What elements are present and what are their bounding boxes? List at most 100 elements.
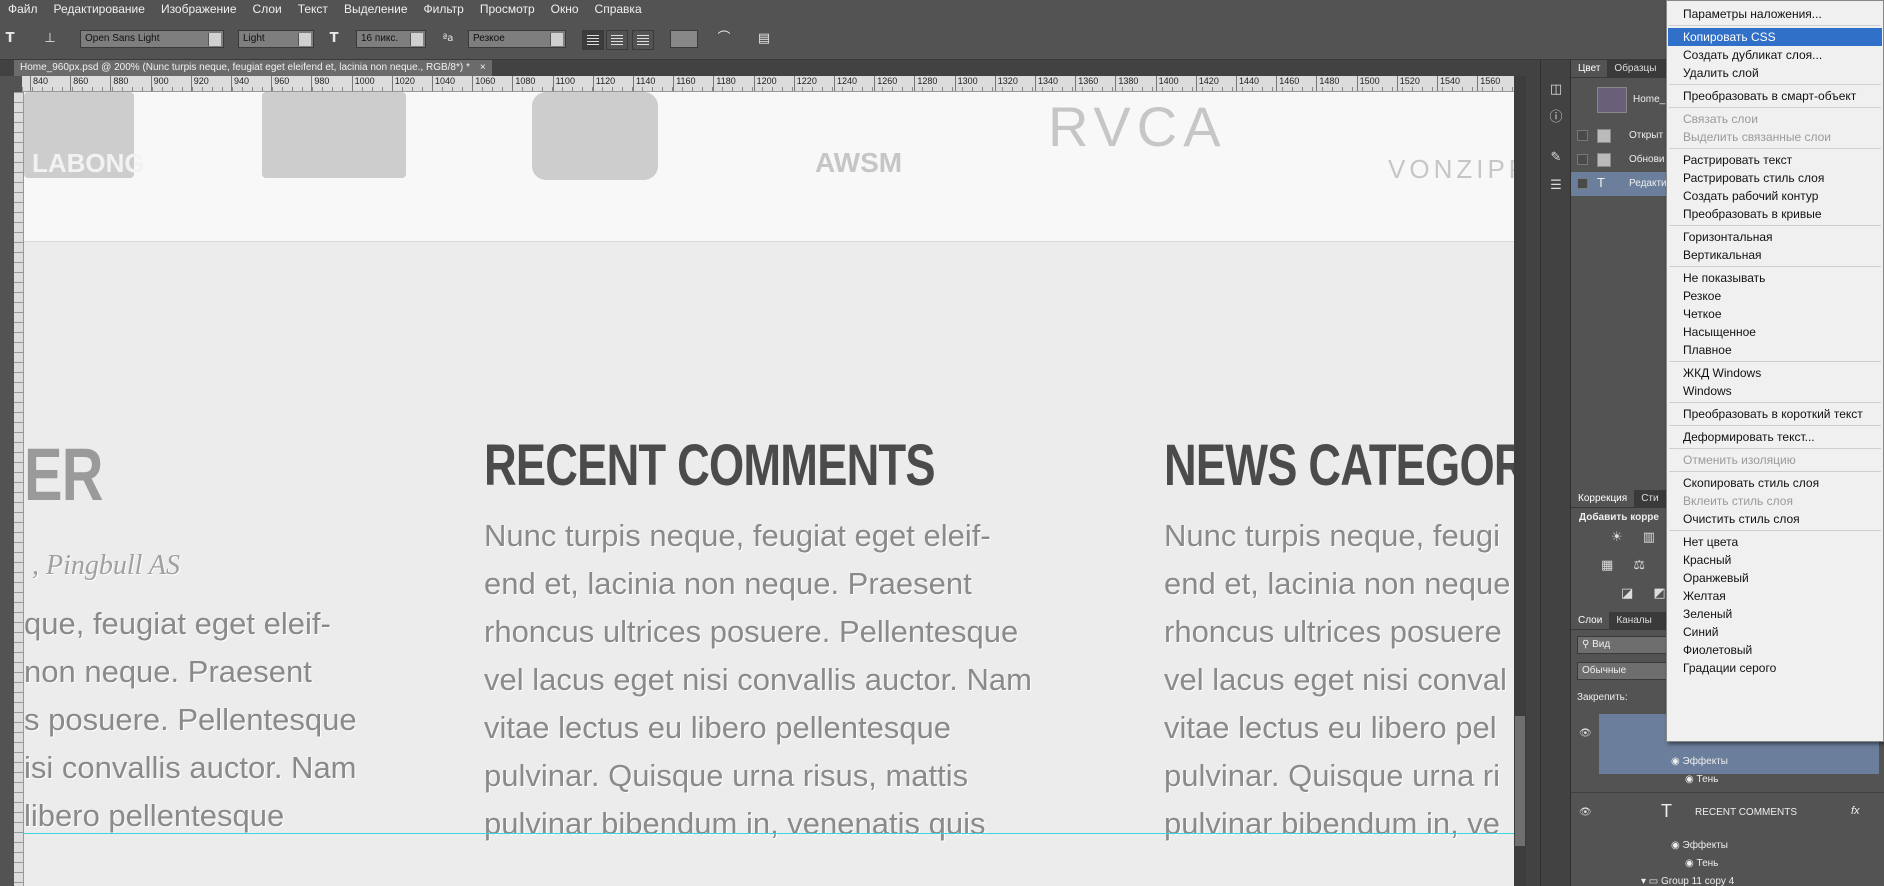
menu-edit[interactable]: Редактирование: [46, 2, 153, 16]
menu-file[interactable]: Файл: [0, 2, 46, 16]
fx-icon[interactable]: fx: [1851, 805, 1860, 817]
layer-filter-select[interactable]: ⚲ Вид: [1577, 636, 1667, 654]
col1-line: isi convallis auctor. Nam: [24, 750, 357, 785]
layer-effects[interactable]: ◉ Эффекты: [1671, 840, 1884, 851]
context-menu-item[interactable]: Преобразовать в короткий текст: [1668, 405, 1882, 423]
context-menu-item[interactable]: Растрировать стиль слоя: [1668, 169, 1882, 187]
text-color-swatch[interactable]: [670, 30, 698, 48]
align-center-button[interactable]: [606, 30, 628, 50]
layer-group-row[interactable]: ▾ ▭ Group 11 copy 4: [1641, 876, 1884, 886]
tab-adjustments[interactable]: Коррекция: [1571, 490, 1635, 507]
text-orientation-icon[interactable]: ⊥: [42, 31, 58, 47]
layer-name: RECENT COMMENTS: [1695, 807, 1798, 818]
eye-icon[interactable]: ◉: [1685, 774, 1697, 785]
context-menu-item[interactable]: Преобразовать в смарт-объект: [1668, 87, 1882, 105]
blend-mode-select[interactable]: Обычные: [1577, 662, 1667, 680]
eye-icon[interactable]: ◉: [1671, 756, 1683, 767]
context-menu-item[interactable]: Зеленый: [1668, 605, 1882, 623]
layer-effect-shadow[interactable]: ◉ Тень: [1685, 774, 1884, 785]
history-item-label: Обнови: [1629, 154, 1665, 165]
ruler-tick-label: 1240: [834, 76, 857, 91]
context-menu-item[interactable]: Создать дубликат слоя...: [1668, 46, 1882, 64]
context-menu-item[interactable]: Синий: [1668, 623, 1882, 641]
context-menu-item[interactable]: Не показывать: [1668, 269, 1882, 287]
tab-channels[interactable]: Каналы: [1609, 612, 1659, 629]
brush-icon[interactable]: ✎: [1548, 150, 1564, 166]
context-menu-item[interactable]: Резкое: [1668, 287, 1882, 305]
history-icon[interactable]: ◫: [1548, 82, 1564, 98]
eye-icon[interactable]: 👁: [1579, 807, 1593, 818]
align-right-button[interactable]: [632, 30, 654, 50]
col3-body[interactable]: Nunc turpis neque, feugi end et, lacinia…: [1164, 512, 1510, 848]
document-tab[interactable]: Home_960px.psd @ 200% (Nunc turpis neque…: [14, 60, 492, 76]
context-menu-item[interactable]: Горизонтальная: [1668, 228, 1882, 246]
font-size-select[interactable]: 16 пикс.: [356, 30, 426, 48]
logo-vonzipper-text: VONZIPP: [1388, 154, 1514, 184]
menu-select[interactable]: Выделение: [336, 2, 416, 16]
scrollbar-thumb[interactable]: [1515, 716, 1525, 846]
menu-help[interactable]: Справка: [587, 2, 650, 16]
guide-line[interactable]: [24, 833, 1514, 834]
menu-view[interactable]: Просмотр: [472, 2, 543, 16]
context-menu-item[interactable]: Параметры наложения...: [1668, 5, 1882, 23]
col3-title[interactable]: NEWS CATEGORIES: [1164, 432, 1514, 499]
layer-row-recent-comments[interactable]: 👁 T RECENT COMMENTS fx: [1571, 792, 1884, 838]
font-family-select[interactable]: Open Sans Light: [80, 30, 224, 48]
menu-filter[interactable]: Фильтр: [416, 2, 472, 16]
document-canvas[interactable]: LABONG AWSM RVCA VONZIPP ER , Pingbull A…: [24, 92, 1514, 886]
context-menu-item[interactable]: ЖКД Windows: [1668, 364, 1882, 382]
context-menu-item[interactable]: Насыщенное: [1668, 323, 1882, 341]
col2-body[interactable]: Nunc turpis neque, feugiat eget eleif- e…: [484, 512, 1032, 848]
context-menu-item[interactable]: Растрировать текст: [1668, 151, 1882, 169]
ruler-tick-label: 1200: [753, 76, 777, 91]
info-icon[interactable]: ⓘ: [1548, 110, 1564, 126]
context-menu-item[interactable]: Windows: [1668, 382, 1882, 400]
context-menu-item[interactable]: Четкое: [1668, 305, 1882, 323]
tab-swatches[interactable]: Образцы: [1607, 60, 1663, 77]
tab-layers[interactable]: Слои: [1571, 612, 1610, 629]
folder-icon: ▾ ▭: [1641, 876, 1662, 886]
ruler-tick-label: 1140: [633, 76, 655, 91]
context-menu-item[interactable]: Вертикальная: [1668, 246, 1882, 264]
vertical-scrollbar[interactable]: [1514, 76, 1526, 886]
layer-effect-shadow[interactable]: ◉ Тень: [1685, 858, 1884, 869]
layer-effects[interactable]: ◉ Эффекты: [1671, 756, 1884, 767]
col2-title[interactable]: RECENT COMMENTS: [484, 432, 936, 499]
ruler-tick-label: 1420: [1195, 76, 1219, 91]
menu-image[interactable]: Изображение: [153, 2, 245, 16]
context-menu-item[interactable]: Градации серого: [1668, 659, 1882, 677]
context-menu-item[interactable]: Копировать CSS: [1668, 28, 1882, 46]
adjust-icon[interactable]: ☰: [1548, 178, 1564, 194]
warp-text-icon[interactable]: ⌒: [716, 31, 732, 47]
context-menu-item[interactable]: Красный: [1668, 551, 1882, 569]
close-tab-icon[interactable]: ×: [480, 62, 486, 73]
context-menu-item[interactable]: Создать рабочий контур: [1668, 187, 1882, 205]
antialias-select[interactable]: Резкое: [468, 30, 566, 48]
ruler-tick-label: 1060: [472, 76, 495, 91]
eye-icon[interactable]: ◉: [1671, 840, 1683, 851]
menu-layers[interactable]: Слои: [245, 2, 290, 16]
eye-icon[interactable]: ◉: [1685, 858, 1697, 869]
context-menu-item[interactable]: Деформировать текст...: [1668, 428, 1882, 446]
character-panel-icon[interactable]: ▤: [756, 31, 772, 47]
context-menu-item[interactable]: Нет цвета: [1668, 533, 1882, 551]
context-menu-item[interactable]: Плавное: [1668, 341, 1882, 359]
eye-icon[interactable]: 👁: [1579, 728, 1593, 739]
context-menu-item[interactable]: Скопировать стиль слоя: [1668, 474, 1882, 492]
menu-type[interactable]: Текст: [290, 2, 336, 16]
logo-strip: LABONG AWSM RVCA VONZIPP: [24, 92, 1514, 242]
context-menu-item[interactable]: Желтая: [1668, 587, 1882, 605]
context-menu-item[interactable]: Очистить стиль слоя: [1668, 510, 1882, 528]
tab-styles[interactable]: Сти: [1634, 490, 1665, 507]
context-menu-item[interactable]: Преобразовать в кривые: [1668, 205, 1882, 223]
context-menu-item[interactable]: Оранжевый: [1668, 569, 1882, 587]
col3-line: pulvinar bibendum in, ve: [1164, 806, 1501, 841]
type-tool-icon[interactable]: T: [2, 31, 18, 47]
font-style-select[interactable]: Light: [238, 30, 314, 48]
menu-window[interactable]: Окно: [543, 2, 587, 16]
context-menu-item[interactable]: Удалить слой: [1668, 64, 1882, 82]
align-left-button[interactable]: [582, 30, 604, 50]
tab-color[interactable]: Цвет: [1571, 60, 1608, 77]
col3-line: rhoncus ultrices posuere: [1164, 614, 1502, 649]
context-menu-item[interactable]: Фиолетовый: [1668, 641, 1882, 659]
